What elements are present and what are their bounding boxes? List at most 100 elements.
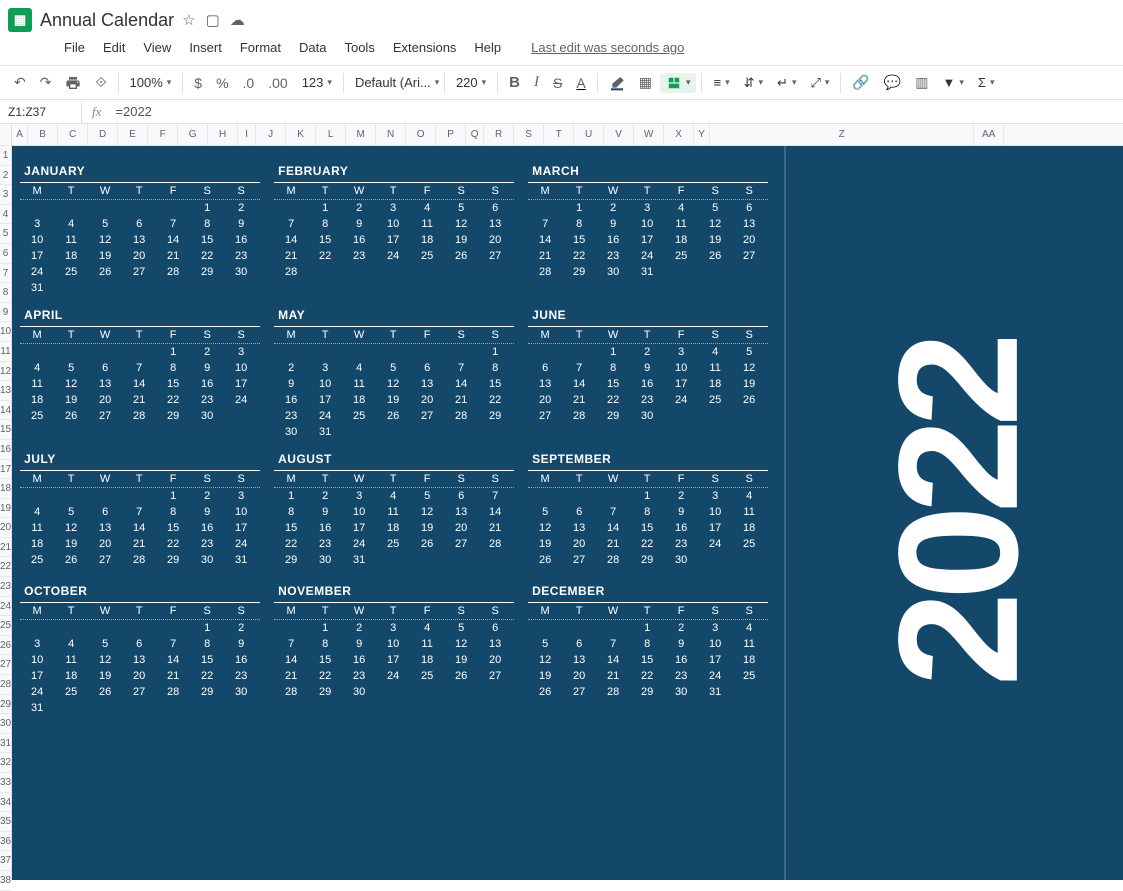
day-cell[interactable]: 21 (528, 248, 562, 264)
day-cell[interactable] (224, 568, 258, 572)
day-cell[interactable]: 18 (410, 232, 444, 248)
day-cell[interactable] (88, 280, 122, 296)
day-cell[interactable] (732, 700, 766, 704)
day-cell[interactable] (664, 568, 698, 572)
day-cell[interactable]: 7 (562, 360, 596, 376)
day-cell[interactable] (122, 620, 156, 636)
row-header-7[interactable]: 7 (0, 264, 11, 284)
bold-button[interactable]: B (503, 70, 526, 95)
day-cell[interactable]: 13 (528, 376, 562, 392)
day-cell[interactable]: 19 (698, 232, 732, 248)
day-cell[interactable]: 20 (732, 232, 766, 248)
day-cell[interactable] (596, 424, 630, 428)
day-cell[interactable] (376, 264, 410, 280)
day-cell[interactable]: 14 (122, 520, 156, 536)
day-cell[interactable]: 15 (156, 376, 190, 392)
day-cell[interactable]: 23 (274, 408, 308, 424)
day-cell[interactable]: 29 (308, 684, 342, 700)
day-cell[interactable] (698, 568, 732, 572)
day-cell[interactable]: 20 (122, 248, 156, 264)
last-edit-link[interactable]: Last edit was seconds ago (523, 36, 692, 59)
row-header-18[interactable]: 18 (0, 479, 11, 499)
day-cell[interactable]: 11 (20, 376, 54, 392)
day-cell[interactable]: 25 (20, 552, 54, 568)
day-cell[interactable] (630, 700, 664, 704)
day-cell[interactable] (410, 344, 444, 360)
print-button[interactable] (59, 71, 87, 95)
day-cell[interactable] (478, 684, 512, 700)
row-header-10[interactable]: 10 (0, 322, 11, 342)
day-cell[interactable]: 24 (342, 536, 376, 552)
day-cell[interactable]: 23 (190, 392, 224, 408)
day-cell[interactable]: 20 (478, 652, 512, 668)
day-cell[interactable]: 5 (528, 504, 562, 520)
day-cell[interactable] (88, 700, 122, 716)
day-cell[interactable]: 4 (54, 636, 88, 652)
day-cell[interactable]: 21 (156, 668, 190, 684)
formula-input[interactable]: =2022 (111, 100, 156, 123)
day-cell[interactable]: 26 (444, 668, 478, 684)
day-cell[interactable] (698, 264, 732, 280)
day-cell[interactable] (410, 684, 444, 700)
day-cell[interactable]: 30 (190, 552, 224, 568)
day-cell[interactable]: 8 (156, 360, 190, 376)
day-cell[interactable]: 18 (376, 520, 410, 536)
day-cell[interactable]: 7 (478, 488, 512, 504)
day-cell[interactable]: 16 (664, 652, 698, 668)
day-cell[interactable]: 28 (122, 552, 156, 568)
day-cell[interactable] (410, 264, 444, 280)
row-header-6[interactable]: 6 (0, 244, 11, 264)
day-cell[interactable]: 1 (596, 344, 630, 360)
day-cell[interactable] (122, 280, 156, 296)
day-cell[interactable]: 10 (224, 504, 258, 520)
paint-format-button[interactable]: ⟐ (89, 70, 112, 95)
day-cell[interactable]: 4 (410, 620, 444, 636)
col-header-V[interactable]: V (604, 124, 634, 145)
row-header-21[interactable]: 21 (0, 538, 11, 558)
day-cell[interactable]: 8 (630, 504, 664, 520)
day-cell[interactable]: 6 (528, 360, 562, 376)
day-cell[interactable] (410, 424, 444, 440)
day-cell[interactable]: 17 (698, 652, 732, 668)
day-cell[interactable]: 10 (224, 360, 258, 376)
day-cell[interactable]: 7 (156, 636, 190, 652)
row-header-3[interactable]: 3 (0, 185, 11, 205)
day-cell[interactable] (20, 620, 54, 636)
day-cell[interactable]: 25 (54, 684, 88, 700)
day-cell[interactable]: 27 (88, 552, 122, 568)
day-cell[interactable]: 10 (376, 636, 410, 652)
day-cell[interactable]: 21 (274, 668, 308, 684)
day-cell[interactable]: 5 (410, 488, 444, 504)
day-cell[interactable] (528, 280, 562, 284)
day-cell[interactable] (342, 280, 376, 284)
day-cell[interactable]: 23 (342, 668, 376, 684)
col-header-T[interactable]: T (544, 124, 574, 145)
col-header-P[interactable]: P (436, 124, 466, 145)
day-cell[interactable]: 5 (444, 620, 478, 636)
day-cell[interactable]: 20 (562, 668, 596, 684)
day-cell[interactable]: 1 (478, 344, 512, 360)
day-cell[interactable] (54, 424, 88, 428)
day-cell[interactable]: 17 (664, 376, 698, 392)
col-header-X[interactable]: X (664, 124, 694, 145)
day-cell[interactable]: 13 (88, 520, 122, 536)
day-cell[interactable]: 16 (274, 392, 308, 408)
day-cell[interactable]: 10 (342, 504, 376, 520)
day-cell[interactable]: 16 (190, 376, 224, 392)
day-cell[interactable]: 18 (732, 652, 766, 668)
day-cell[interactable]: 4 (698, 344, 732, 360)
day-cell[interactable]: 19 (444, 232, 478, 248)
day-cell[interactable]: 4 (664, 200, 698, 216)
day-cell[interactable]: 16 (596, 232, 630, 248)
col-header-D[interactable]: D (88, 124, 118, 145)
day-cell[interactable]: 22 (308, 248, 342, 264)
day-cell[interactable]: 3 (224, 344, 258, 360)
menu-help[interactable]: Help (466, 36, 509, 59)
day-cell[interactable]: 2 (342, 200, 376, 216)
day-cell[interactable]: 5 (54, 360, 88, 376)
row-header-15[interactable]: 15 (0, 420, 11, 440)
day-cell[interactable]: 11 (698, 360, 732, 376)
day-cell[interactable] (88, 200, 122, 216)
menu-edit[interactable]: Edit (95, 36, 133, 59)
day-cell[interactable]: 5 (88, 216, 122, 232)
